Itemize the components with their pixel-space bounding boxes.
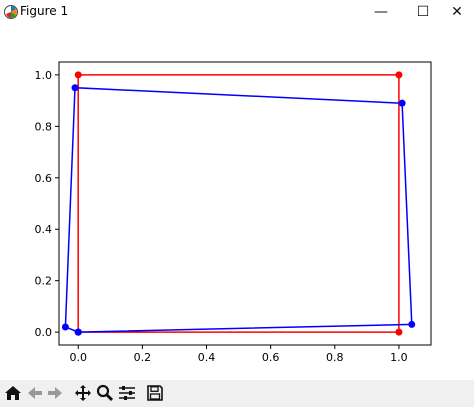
- y-tick-label: 0.8: [35, 120, 53, 133]
- title-bar: Figure 1 — ☐ ✕: [0, 0, 474, 24]
- y-axis: 0.0 0.2 0.4 0.6 0.8 1.0: [35, 69, 59, 339]
- series-0-point: [395, 328, 403, 336]
- close-button[interactable]: ✕: [438, 0, 474, 24]
- y-tick-label: 0.6: [35, 172, 53, 185]
- forward-button[interactable]: [44, 382, 66, 404]
- save-icon: [147, 385, 163, 401]
- navigation-toolbar: [0, 380, 474, 407]
- series-1-point: [74, 328, 82, 336]
- forward-icon: [48, 387, 62, 399]
- home-icon: [5, 386, 21, 400]
- series-1-point: [71, 84, 79, 92]
- configure-subplots-icon: [119, 386, 135, 400]
- series-0-point: [395, 71, 403, 79]
- matplotlib-logo-icon: [4, 5, 18, 19]
- back-button[interactable]: [24, 382, 46, 404]
- x-tick-label: 0.4: [198, 351, 216, 364]
- series-1-point: [61, 323, 69, 331]
- save-button[interactable]: [144, 382, 166, 404]
- configure-subplots-button[interactable]: [116, 382, 138, 404]
- pan-icon: [75, 385, 91, 401]
- chart[interactable]: 0.0 0.2 0.4 0.6 0.8 1.0 0.0 0.2 0.4 0.6 0.8 1.0: [0, 24, 474, 380]
- back-icon: [28, 387, 42, 399]
- y-tick-label: 0.2: [35, 275, 53, 288]
- home-button[interactable]: [2, 382, 24, 404]
- x-axis: 0.0 0.2 0.4 0.6 0.8 1.0: [69, 345, 408, 364]
- axes-frame: [58, 61, 432, 346]
- zoom-button[interactable]: [94, 382, 116, 404]
- window-title: Figure 1: [20, 4, 69, 18]
- x-tick-label: 0.2: [134, 351, 152, 364]
- pan-button[interactable]: [72, 382, 94, 404]
- zoom-icon: [96, 384, 114, 402]
- y-tick-label: 0.0: [35, 326, 53, 339]
- series-1-point: [408, 320, 416, 328]
- y-tick-label: 0.4: [35, 223, 53, 236]
- y-tick-label: 1.0: [35, 69, 53, 82]
- x-tick-label: 0.8: [326, 351, 344, 364]
- figure-canvas[interactable]: 0.0 0.2 0.4 0.6 0.8 1.0 0.0 0.2 0.4 0.6 0.8 1.0: [0, 24, 474, 380]
- series-0-point: [74, 71, 82, 79]
- x-tick-label: 1.0: [390, 351, 408, 364]
- series-1-point: [398, 99, 406, 107]
- x-tick-label: 0.0: [69, 351, 87, 364]
- minimize-button[interactable]: —: [362, 0, 400, 24]
- maximize-button[interactable]: ☐: [404, 0, 442, 24]
- x-tick-label: 0.6: [262, 351, 280, 364]
